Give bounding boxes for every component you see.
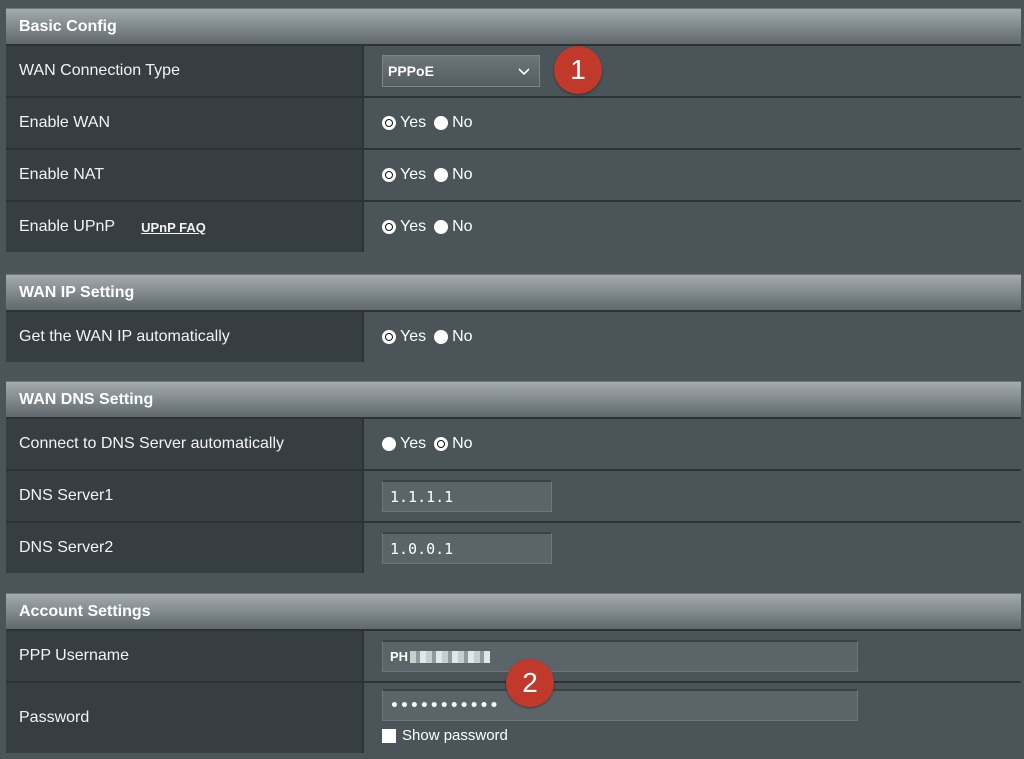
- get-wan-ip-no-radio[interactable]: No: [434, 328, 473, 346]
- row-wan-connection-type: WAN Connection Type PPPoE 1: [6, 44, 1021, 96]
- section-header-basic-config: Basic Config: [6, 8, 1021, 44]
- row-dns-server2: DNS Server2 1.0.0.1: [6, 521, 1021, 573]
- label-wan-connection-type: WAN Connection Type: [6, 46, 362, 96]
- password-input[interactable]: •••••••••••: [382, 689, 858, 721]
- enable-upnp-label: Enable UPnP: [19, 218, 116, 235]
- radio-label-yes: Yes: [400, 435, 427, 452]
- section-header-wan-ip-setting: WAN IP Setting: [6, 274, 1021, 310]
- label-dns-server1: DNS Server1: [6, 471, 362, 521]
- value-get-wan-ip-auto: Yes No: [362, 312, 1021, 362]
- step-badge-2: 2: [506, 659, 554, 707]
- radio-unchecked-icon: [434, 168, 449, 182]
- label-enable-nat: Enable NAT: [6, 150, 362, 200]
- ppp-username-value: PH: [390, 649, 409, 664]
- section-header-account-settings: Account Settings: [6, 593, 1021, 629]
- show-password-label: Show password: [402, 727, 508, 744]
- value-enable-nat: Yes No: [362, 150, 1021, 200]
- radio-unchecked-icon: [434, 330, 449, 344]
- label-get-wan-ip-auto: Get the WAN IP automatically: [6, 312, 362, 362]
- enable-wan-yes-radio[interactable]: Yes: [382, 114, 426, 132]
- value-wan-connection-type: PPPoE 1: [362, 46, 1021, 96]
- dns-server1-input[interactable]: 1.1.1.1: [382, 480, 552, 512]
- wan-connection-type-value: PPPoE: [388, 63, 434, 79]
- wan-dns-setting-section: WAN DNS Setting Connect to DNS Server au…: [6, 381, 1021, 573]
- radio-label-no: No: [452, 166, 473, 183]
- row-ppp-username: PPP Username PH 2: [6, 629, 1021, 707]
- dns-server2-input[interactable]: 1.0.0.1: [382, 532, 552, 564]
- label-enable-upnp: Enable UPnP UPnP FAQ: [6, 202, 362, 252]
- dns-auto-no-radio[interactable]: No: [434, 435, 473, 453]
- enable-nat-no-radio[interactable]: No: [434, 166, 473, 184]
- enable-upnp-yes-radio[interactable]: Yes: [382, 218, 426, 236]
- get-wan-ip-radio-group: Yes No: [382, 328, 481, 346]
- section-header-wan-dns-setting: WAN DNS Setting: [6, 381, 1021, 417]
- radio-checked-icon: [382, 168, 396, 182]
- row-dns-auto: Connect to DNS Server automatically Yes …: [6, 417, 1021, 469]
- value-password: ••••••••••• Show password: [362, 683, 1021, 753]
- enable-wan-radio-group: Yes No: [382, 114, 481, 132]
- label-password: Password: [6, 683, 362, 753]
- radio-label-no: No: [452, 218, 473, 235]
- radio-label-yes: Yes: [400, 328, 427, 345]
- radio-label-no: No: [452, 435, 473, 452]
- value-enable-wan: Yes No: [362, 98, 1021, 148]
- row-enable-wan: Enable WAN Yes No: [6, 96, 1021, 148]
- radio-unchecked-icon: [434, 220, 449, 234]
- dns-auto-yes-radio[interactable]: Yes: [382, 435, 426, 453]
- row-get-wan-ip-auto: Get the WAN IP automatically Yes No: [6, 310, 1021, 362]
- radio-checked-icon: [434, 437, 449, 451]
- radio-checked-icon: [382, 330, 396, 344]
- label-dns-server2: DNS Server2: [6, 523, 362, 573]
- chevron-down-icon: [518, 68, 530, 76]
- value-dns-server2: 1.0.0.1: [362, 523, 1021, 573]
- row-dns-server1: DNS Server1 1.1.1.1: [6, 469, 1021, 521]
- value-dns-auto: Yes No: [362, 419, 1021, 469]
- redacted-block: [410, 650, 491, 663]
- upnp-faq-link[interactable]: UPnP FAQ: [141, 220, 206, 235]
- enable-nat-radio-group: Yes No: [382, 166, 481, 184]
- radio-label-no: No: [452, 328, 473, 345]
- radio-unchecked-icon: [434, 116, 449, 130]
- enable-upnp-radio-group: Yes No: [382, 218, 481, 236]
- value-dns-server1: 1.1.1.1: [362, 471, 1021, 521]
- radio-label-yes: Yes: [400, 114, 427, 131]
- show-password-option: Show password: [382, 727, 508, 744]
- wan-ip-setting-section: WAN IP Setting Get the WAN IP automatica…: [6, 274, 1021, 362]
- radio-unchecked-icon: [382, 437, 396, 451]
- value-enable-upnp: Yes No: [362, 202, 1021, 252]
- wan-connection-type-select[interactable]: PPPoE: [382, 55, 540, 87]
- account-settings-section: Account Settings PPP Username PH 2 Passw…: [6, 593, 1021, 753]
- label-enable-wan: Enable WAN: [6, 98, 362, 148]
- radio-checked-icon: [382, 116, 396, 130]
- ppp-username-input[interactable]: PH: [382, 640, 858, 672]
- row-enable-nat: Enable NAT Yes No: [6, 148, 1021, 200]
- enable-wan-no-radio[interactable]: No: [434, 114, 473, 132]
- enable-nat-yes-radio[interactable]: Yes: [382, 166, 426, 184]
- radio-label-yes: Yes: [400, 166, 427, 183]
- value-ppp-username: PH 2: [362, 631, 1021, 707]
- label-dns-auto: Connect to DNS Server automatically: [6, 419, 362, 469]
- row-enable-upnp: Enable UPnP UPnP FAQ Yes No: [6, 200, 1021, 252]
- get-wan-ip-yes-radio[interactable]: Yes: [382, 328, 426, 346]
- basic-config-section: Basic Config WAN Connection Type PPPoE 1…: [6, 8, 1021, 252]
- label-ppp-username: PPP Username: [6, 631, 362, 681]
- show-password-checkbox[interactable]: [382, 728, 396, 743]
- radio-checked-icon: [382, 220, 396, 234]
- step-badge-1: 1: [554, 46, 602, 94]
- radio-label-yes: Yes: [400, 218, 427, 235]
- enable-upnp-no-radio[interactable]: No: [434, 218, 473, 236]
- dns-auto-radio-group: Yes No: [382, 435, 481, 453]
- radio-label-no: No: [452, 114, 473, 131]
